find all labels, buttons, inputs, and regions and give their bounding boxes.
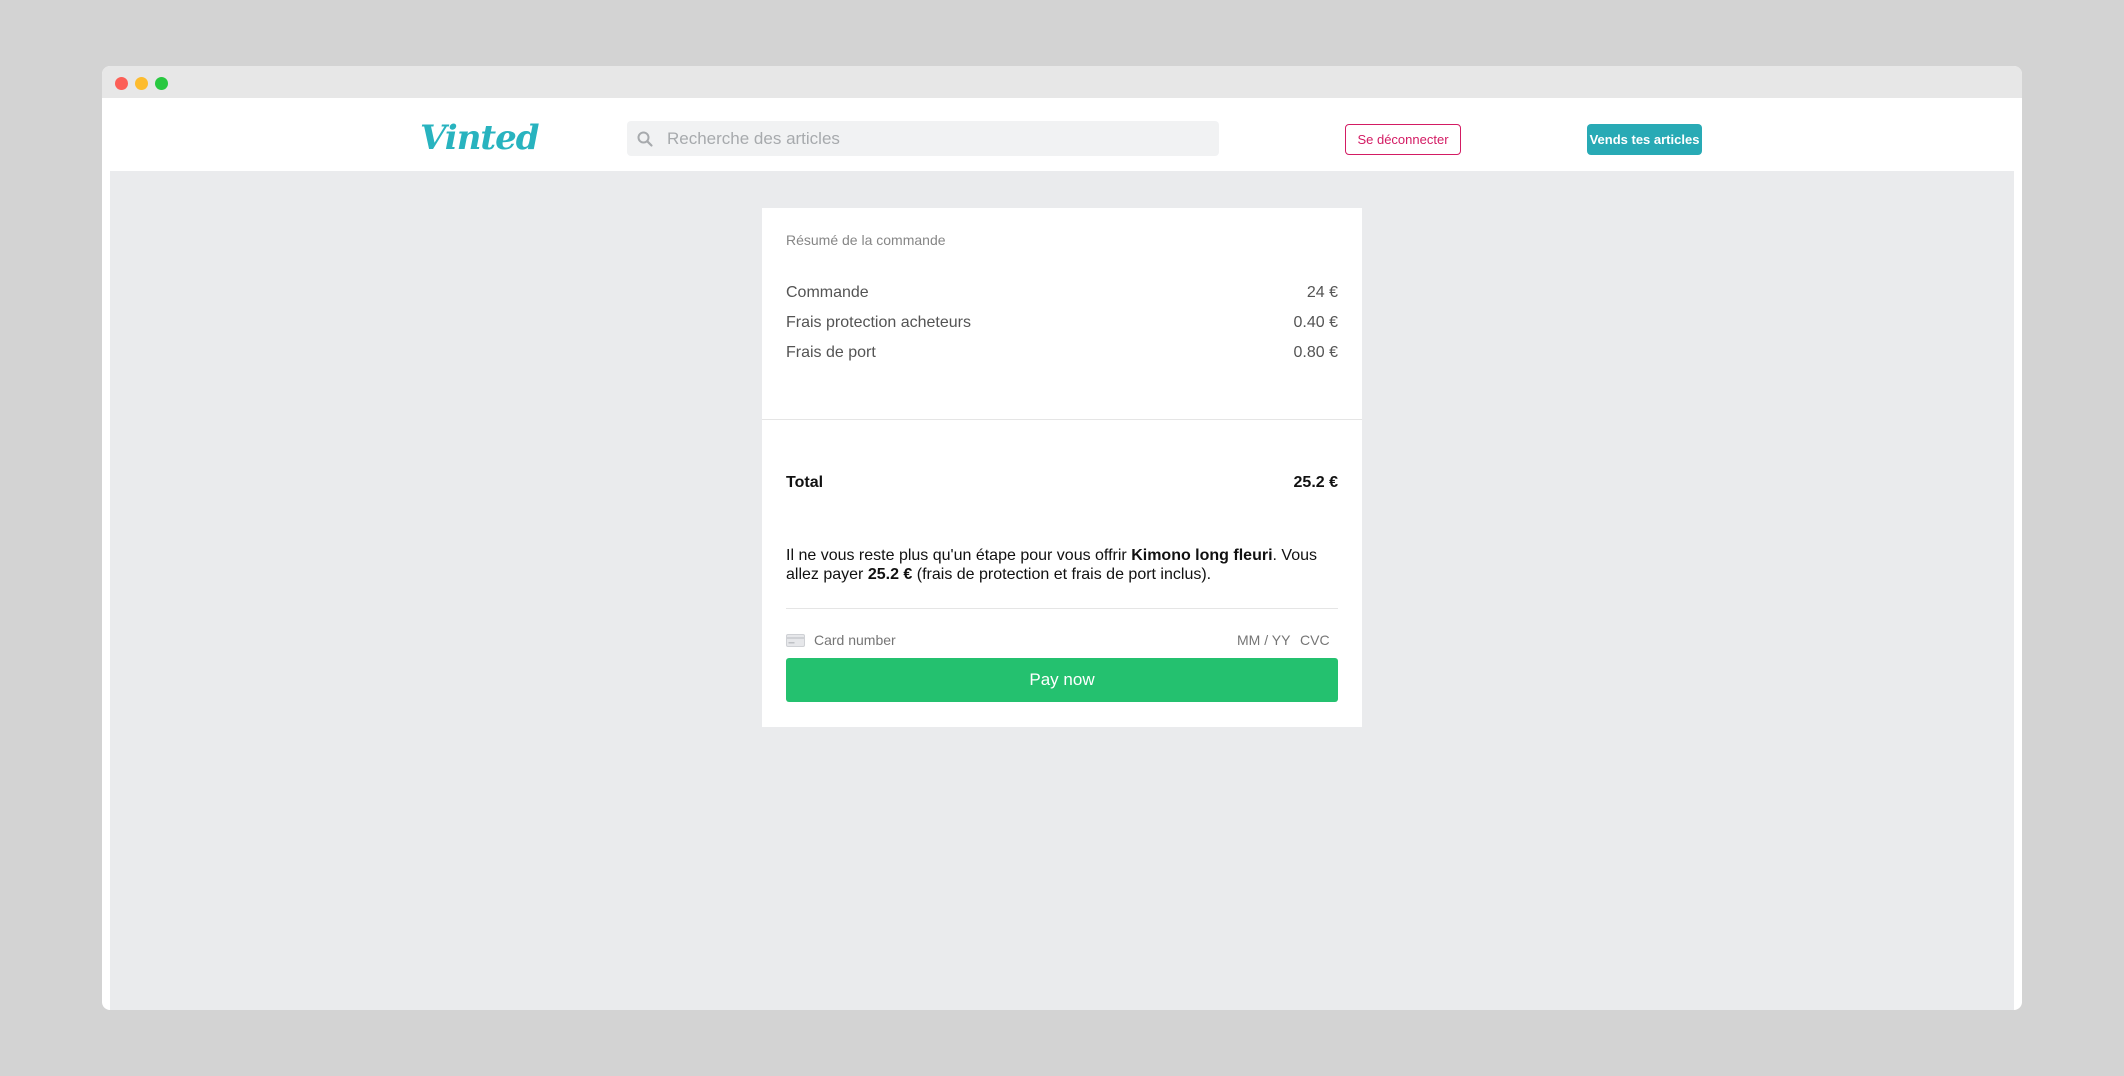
- credit-card-icon: [786, 634, 805, 647]
- divider: [762, 419, 1362, 420]
- message-text: Il ne vous reste plus qu'un étape pour v…: [786, 547, 1132, 564]
- line-item-label: Frais protection acheteurs: [786, 314, 971, 331]
- minimize-window-button[interactable]: [135, 77, 148, 90]
- close-window-button[interactable]: [115, 77, 128, 90]
- divider: [786, 608, 1338, 609]
- line-item-value: 0.40 €: [1293, 314, 1338, 331]
- search-bar[interactable]: [627, 121, 1219, 156]
- line-item-value: 0.80 €: [1293, 344, 1338, 361]
- card-expiry-input[interactable]: MM / YY: [1237, 632, 1290, 648]
- order-summary-card: Résumé de la commande Commande 24 € Frai…: [762, 208, 1362, 727]
- summary-title: Résumé de la commande: [786, 232, 946, 248]
- search-icon: [637, 131, 653, 147]
- search-input[interactable]: [667, 121, 1207, 156]
- maximize-window-button[interactable]: [155, 77, 168, 90]
- sell-items-button[interactable]: Vends tes articles: [1587, 124, 1702, 155]
- line-item-buyer-protection: Frais protection acheteurs 0.40 €: [786, 314, 1338, 336]
- message-text: (frais de protection et frais de port in…: [912, 566, 1212, 583]
- vinted-logo[interactable]: Vinted: [420, 118, 540, 158]
- window-titlebar: [102, 66, 2022, 98]
- payment-amount: 25.2 €: [867, 566, 913, 583]
- top-navbar: Vinted Se déconnecter Vends tes articles: [102, 98, 2022, 171]
- line-item-order: Commande 24 €: [786, 284, 1338, 306]
- logout-button[interactable]: Se déconnecter: [1345, 124, 1461, 155]
- payment-message: Il ne vous reste plus qu'un étape pour v…: [786, 546, 1338, 584]
- line-item-shipping: Frais de port 0.80 €: [786, 344, 1338, 366]
- line-item-label: Frais de port: [786, 344, 876, 361]
- total-row: Total 25.2 €: [786, 474, 1338, 492]
- pay-now-button[interactable]: Pay now: [786, 658, 1338, 702]
- line-item-label: Commande: [786, 284, 869, 301]
- browser-window: Vinted Se déconnecter Vends tes articles…: [102, 66, 2022, 1010]
- card-number-input[interactable]: Card number: [814, 632, 896, 648]
- card-cvc-input[interactable]: CVC: [1300, 632, 1330, 648]
- line-item-value: 24 €: [1306, 284, 1338, 301]
- main-content: Résumé de la commande Commande 24 € Frai…: [110, 171, 2014, 1010]
- total-value: 25.2 €: [1293, 474, 1338, 491]
- total-label: Total: [786, 474, 824, 491]
- card-details-field[interactable]: Card number MM / YY CVC: [786, 631, 1338, 653]
- item-name: Kimono long fleuri: [1131, 547, 1273, 564]
